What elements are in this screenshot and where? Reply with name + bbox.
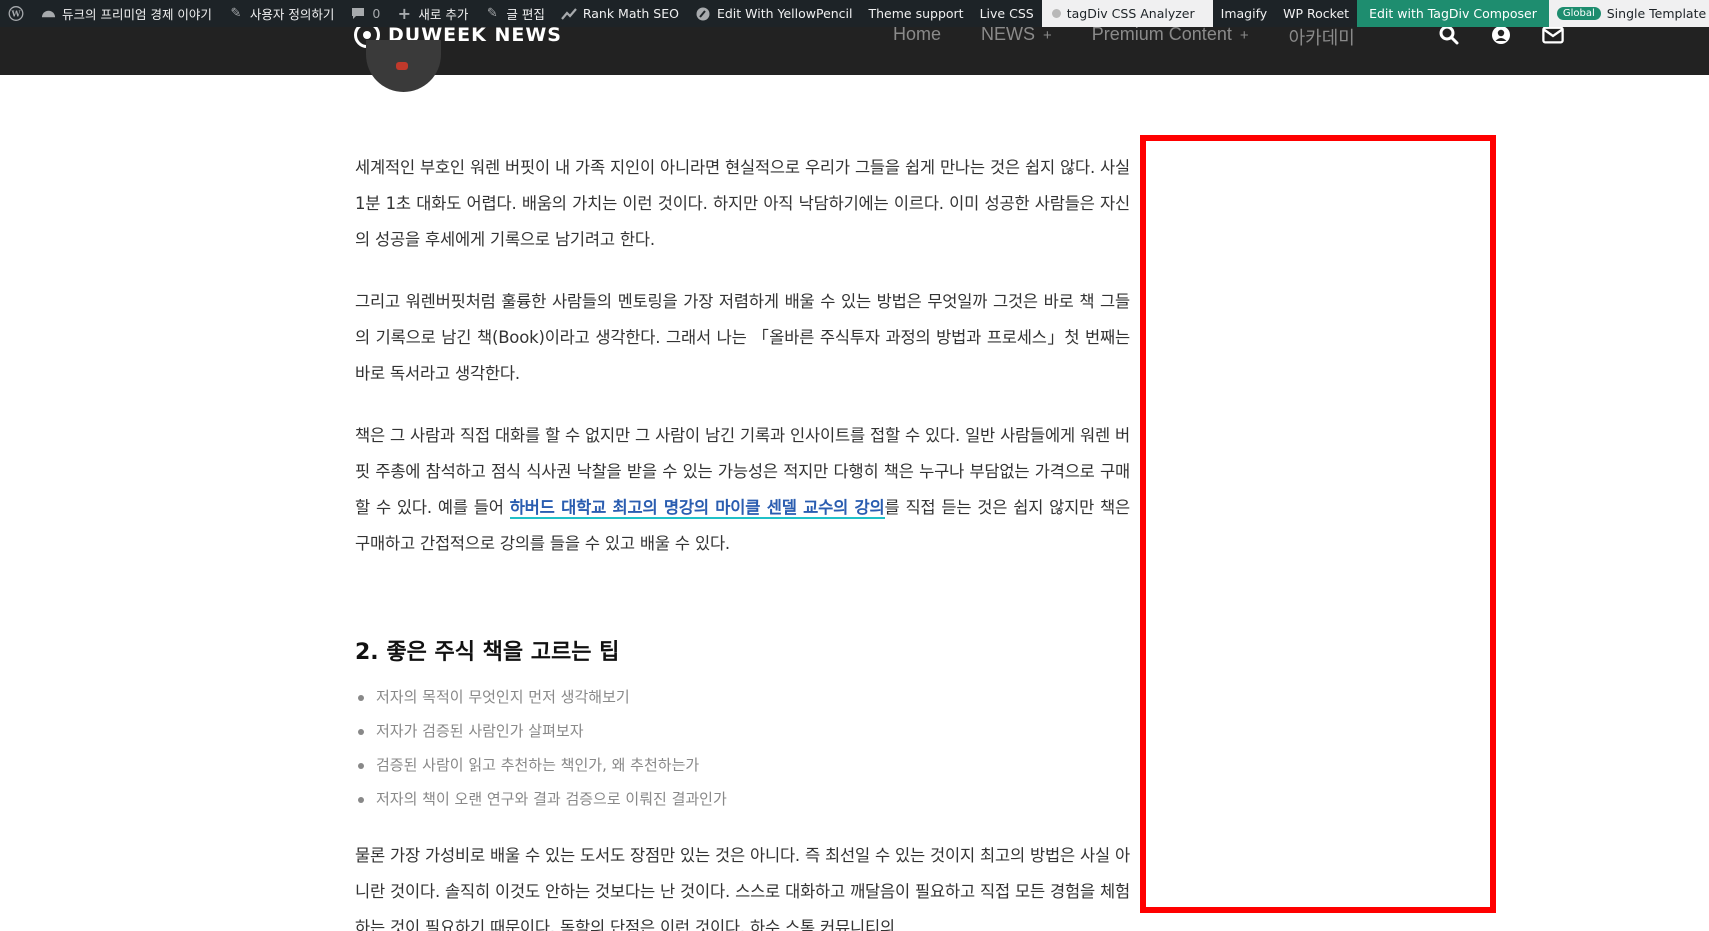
article-paragraph: 물론 가장 가성비로 배울 수 있는 도서도 장점만 있는 것은 아니다. 즉 …	[355, 846, 1130, 931]
article-paragraph: 세계적인 부호인 워렌 버핏이 내 가족 지인이 아니라면 현실적으로 우리가 …	[355, 158, 1130, 249]
composer-label: Edit with TagDiv Composer	[1369, 6, 1537, 21]
live-css-menu[interactable]: Live CSS	[972, 0, 1042, 27]
article-content: 세계적인 부호인 워렌 버핏이 내 가족 지인이 아니라면 현실적으로 우리가 …	[355, 150, 1130, 931]
nav-academy-label: 아카데미	[1288, 28, 1355, 48]
comments-count: 0	[372, 6, 381, 21]
site-name-label: 듀크의 프리미엄 경제 이야기	[62, 7, 212, 22]
css-analyzer-label: tagDiv CSS Analyzer	[1066, 6, 1195, 21]
new-label: 새로 추가	[418, 7, 469, 22]
customize-menu[interactable]: ✎ 사용자 정의하기	[220, 0, 342, 27]
nav-home-label: Home	[893, 24, 942, 44]
comments-menu[interactable]: 0	[342, 0, 388, 27]
author-avatar[interactable]	[366, 40, 441, 92]
harvard-lecture-link[interactable]: 하버드 대학교 최고의 명강의 마이클 센델 교수의 강의	[509, 498, 885, 519]
css-analyzer-menu[interactable]: tagDiv CSS Analyzer	[1041, 0, 1213, 27]
nav-home[interactable]: Home	[893, 24, 941, 50]
section-heading: 2. 좋은 주식 책을 고르는 팁	[355, 640, 620, 665]
brush-icon: ✎	[230, 6, 242, 21]
customize-label: 사용자 정의하기	[249, 7, 335, 22]
template-menu[interactable]: Global Single Template – Reel N	[1548, 0, 1709, 27]
edit-post-menu[interactable]: ✎ 글 편집	[476, 0, 552, 27]
nav-premium-content[interactable]: Premium Content +	[1092, 24, 1249, 50]
yellowpencil-icon	[695, 6, 711, 22]
wp-rocket-menu[interactable]: WP Rocket	[1275, 0, 1357, 27]
list-item: 검증된 사람이 읽고 추천하는 책인가, 왜 추천하는가	[355, 748, 1130, 782]
wp-rocket-label: WP Rocket	[1283, 6, 1350, 21]
status-dot-icon	[1051, 9, 1061, 18]
comment-icon	[350, 6, 366, 22]
nav-premium-label: Premium Content	[1091, 24, 1232, 44]
list-item: 저자의 책이 오랜 연구와 결과 검증으로 이뤄진 결과인가	[355, 782, 1130, 816]
article-paragraph: 그리고 워렌버핏처럼 훌륭한 사람들의 멘토링을 가장 저렴하게 배울 수 있는…	[355, 292, 1130, 383]
new-content-menu[interactable]: + 새로 추가	[388, 0, 476, 27]
global-badge: Global	[1556, 7, 1601, 20]
imagify-label: Imagify	[1220, 6, 1268, 21]
rank-math-icon	[560, 6, 577, 22]
yellowpencil-menu[interactable]: Edit With YellowPencil	[687, 0, 861, 27]
user-icon[interactable]	[1490, 24, 1512, 46]
wp-admin-bar: W 듀크의 프리미엄 경제 이야기 ✎ 사용자 정의하기 0 + 새로 추가 ✎…	[0, 0, 1709, 27]
pencil-icon: ✎	[486, 6, 498, 21]
nav-news[interactable]: NEWS +	[981, 24, 1052, 50]
article-paragraph: 책은 그 사람과 직접 대화를 할 수 없지만 그 사람이 남긴 기록과 인사이…	[355, 418, 1130, 562]
theme-support-menu[interactable]: Theme support	[861, 0, 972, 27]
header-icons	[1438, 24, 1564, 46]
dashboard-icon	[40, 6, 56, 22]
wp-logo-menu[interactable]: W	[0, 0, 32, 27]
list-item: 저자의 목적이 무엇인지 먼저 생각해보기	[355, 680, 1130, 714]
svg-text:W: W	[11, 9, 22, 19]
plus-icon: +	[397, 4, 412, 23]
rank-math-menu[interactable]: Rank Math SEO	[553, 0, 687, 27]
wordpress-icon: W	[8, 6, 24, 22]
nav-news-label: NEWS	[981, 24, 1036, 44]
search-icon[interactable]	[1438, 24, 1460, 46]
nav-academy[interactable]: 아카데미	[1289, 24, 1355, 50]
theme-support-label: Theme support	[868, 6, 964, 21]
mail-icon[interactable]	[1542, 24, 1564, 46]
plus-icon: +	[1239, 27, 1249, 44]
main-nav: Home NEWS + Premium Content + 아카데미	[893, 24, 1395, 50]
plus-icon: +	[1043, 27, 1052, 44]
tips-list: 저자의 목적이 무엇인지 먼저 생각해보기 저자가 검증된 사람인가 살펴보자 …	[355, 680, 1130, 816]
list-item: 저자가 검증된 사람인가 살펴보자	[355, 714, 1130, 748]
rank-math-label: Rank Math SEO	[582, 6, 679, 21]
yellowpencil-label: Edit With YellowPencil	[716, 6, 853, 21]
imagify-menu[interactable]: Imagify	[1213, 0, 1276, 27]
live-css-label: Live CSS	[979, 6, 1034, 21]
edit-post-label: 글 편집	[506, 7, 545, 22]
template-label: Single Template – Reel N	[1606, 6, 1709, 21]
site-name-menu[interactable]: 듀크의 프리미엄 경제 이야기	[32, 0, 220, 27]
annotation-box	[1140, 135, 1496, 913]
tagdiv-composer-button[interactable]: Edit with TagDiv Composer	[1357, 0, 1549, 27]
